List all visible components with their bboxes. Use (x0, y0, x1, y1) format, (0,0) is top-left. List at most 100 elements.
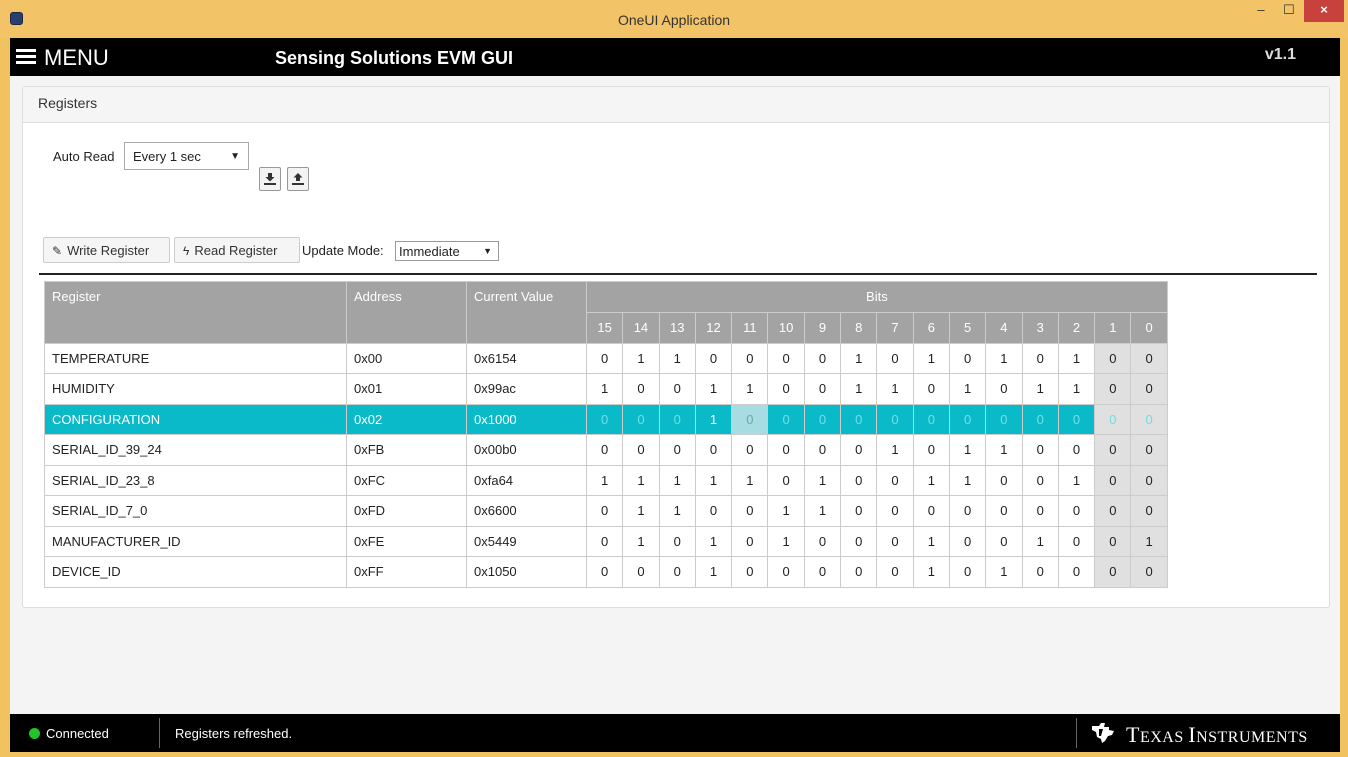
bit-cell[interactable]: 0 (731, 434, 769, 466)
minimize-button[interactable]: – (1248, 0, 1274, 22)
bit-cell[interactable]: 0 (1094, 342, 1132, 374)
table-row[interactable]: HUMIDITY 0x01 0x99ac 1 0 0 1 1 0 0 1 1 0 1 0 1 1 0 0 (44, 373, 1168, 405)
bit-cell[interactable]: 0 (876, 495, 914, 527)
download-button[interactable] (259, 167, 281, 191)
bit-cell[interactable]: 0 (876, 525, 914, 557)
bit-cell[interactable]: 0 (840, 434, 878, 466)
bit-cell[interactable]: 1 (948, 373, 987, 405)
bit-cell[interactable]: 0 (803, 434, 842, 466)
bit-cell[interactable]: 1 (585, 373, 624, 405)
bit-cell[interactable]: 0 (912, 434, 950, 466)
bit-cell[interactable]: 1 (985, 434, 1023, 466)
bit-cell[interactable]: 0 (658, 373, 696, 405)
bit-cell[interactable]: 0 (912, 403, 950, 435)
bit-cell[interactable]: 1 (948, 464, 987, 496)
bit-cell[interactable]: 0 (1021, 495, 1059, 527)
bit-cell[interactable]: 0 (985, 464, 1023, 496)
bit-cell[interactable]: 1 (912, 556, 950, 588)
bit-cell[interactable]: 0 (1057, 556, 1096, 588)
bit-cell[interactable]: 0 (658, 525, 696, 557)
bit-cell[interactable]: 0 (985, 525, 1023, 557)
bit-cell[interactable]: 0 (731, 525, 769, 557)
bit-cell[interactable]: 0 (658, 403, 696, 435)
bit-cell[interactable]: 1 (694, 403, 733, 435)
bit-cell[interactable]: 1 (803, 464, 842, 496)
bit-cell[interactable]: 0 (1094, 556, 1132, 588)
bit-cell[interactable]: 0 (1021, 556, 1059, 588)
bit-cell[interactable]: 1 (876, 434, 914, 466)
bit-cell[interactable]: 0 (1094, 434, 1132, 466)
bit-cell[interactable]: 0 (840, 464, 878, 496)
bit-cell[interactable]: 0 (876, 342, 914, 374)
bit-cell[interactable]: 0 (803, 556, 842, 588)
bit-cell[interactable]: 0 (694, 342, 733, 374)
bit-cell[interactable]: 1 (912, 342, 950, 374)
table-row[interactable]: SERIAL_ID_7_0 0xFD 0x6600 0 1 1 0 0 1 1 0 0 0 0 0 0 0 0 0 (44, 495, 1168, 527)
bit-cell[interactable]: 1 (1021, 373, 1059, 405)
bit-cell[interactable]: 1 (912, 464, 950, 496)
maximize-button[interactable]: ☐ (1276, 0, 1302, 22)
bit-cell[interactable]: 1 (622, 495, 660, 527)
bit-cell[interactable]: 1 (767, 525, 805, 557)
bit-cell[interactable]: 0 (803, 525, 842, 557)
bit-cell[interactable]: 1 (1057, 342, 1096, 374)
bit-cell[interactable]: 0 (1094, 373, 1132, 405)
bit-cell[interactable]: 1 (585, 464, 624, 496)
bit-cell[interactable]: 0 (803, 373, 842, 405)
write-register-button[interactable]: ✎ Write Register (43, 237, 170, 263)
bit-cell[interactable]: 0 (803, 403, 842, 435)
update-mode-select[interactable]: Immediate ▼ (395, 241, 499, 261)
bit-cell[interactable]: 0 (840, 403, 878, 435)
bit-cell[interactable]: 0 (585, 556, 624, 588)
bit-cell[interactable]: 1 (1021, 525, 1059, 557)
bit-cell[interactable]: 0 (767, 373, 805, 405)
bit-cell[interactable]: 0 (876, 464, 914, 496)
bit-cell[interactable]: 0 (1057, 495, 1096, 527)
bit-cell[interactable]: 1 (694, 525, 733, 557)
bit-cell[interactable]: 0 (767, 342, 805, 374)
bit-cell[interactable]: 0 (585, 434, 624, 466)
bit-cell[interactable]: 1 (694, 464, 733, 496)
table-row[interactable]: CONFIGURATION 0x02 0x1000 0 0 0 1 0 0 0 0 0 0 0 0 0 0 0 0 (44, 403, 1168, 435)
bit-cell[interactable]: 1 (840, 342, 878, 374)
bit-cell[interactable]: 0 (731, 342, 769, 374)
bit-cell[interactable]: 0 (1130, 464, 1168, 496)
bit-cell[interactable]: 0 (1021, 464, 1059, 496)
table-row[interactable]: TEMPERATURE 0x00 0x6154 0 1 1 0 0 0 0 1 0 1 0 1 0 1 0 0 (44, 342, 1168, 374)
bit-cell[interactable]: 0 (585, 342, 624, 374)
bit-cell[interactable]: 0 (622, 373, 660, 405)
bit-cell[interactable]: 1 (1057, 464, 1096, 496)
bit-cell[interactable]: 1 (694, 556, 733, 588)
read-register-button[interactable]: ϟ Read Register (174, 237, 300, 263)
bit-cell[interactable]: 0 (912, 495, 950, 527)
bit-cell[interactable]: 0 (840, 495, 878, 527)
bit-cell[interactable]: 1 (622, 342, 660, 374)
bit-cell[interactable]: 0 (985, 373, 1023, 405)
bit-cell[interactable]: 0 (1021, 403, 1059, 435)
bit-cell[interactable]: 1 (658, 495, 696, 527)
bit-cell[interactable]: 0 (585, 495, 624, 527)
bit-cell[interactable]: 0 (948, 525, 987, 557)
bit-cell[interactable]: 0 (767, 434, 805, 466)
bit-cell[interactable]: 0 (731, 556, 769, 588)
bit-cell[interactable]: 0 (1057, 403, 1096, 435)
menu-button[interactable]: MENU (16, 45, 109, 71)
bit-cell[interactable]: 0 (985, 403, 1023, 435)
bit-cell[interactable]: 0 (840, 525, 878, 557)
bit-cell[interactable]: 1 (622, 464, 660, 496)
bit-cell[interactable]: 0 (622, 434, 660, 466)
bit-cell[interactable]: 0 (622, 403, 660, 435)
bit-cell[interactable]: 0 (948, 556, 987, 588)
bit-cell[interactable]: 0 (1130, 556, 1168, 588)
bit-cell[interactable]: 0 (767, 464, 805, 496)
bit-cell[interactable]: 0 (767, 556, 805, 588)
table-row[interactable]: DEVICE_ID 0xFF 0x1050 0 0 0 1 0 0 0 0 0 1 0 1 0 0 0 0 (44, 556, 1168, 588)
bit-cell[interactable]: 1 (622, 525, 660, 557)
bit-cell[interactable]: 1 (1130, 525, 1168, 557)
bit-cell[interactable]: 0 (1094, 495, 1132, 527)
bit-cell[interactable]: 0 (694, 495, 733, 527)
bit-cell[interactable]: 1 (985, 342, 1023, 374)
bit-cell[interactable]: 1 (767, 495, 805, 527)
bit-cell[interactable]: 1 (658, 342, 696, 374)
bit-cell[interactable]: 1 (694, 373, 733, 405)
